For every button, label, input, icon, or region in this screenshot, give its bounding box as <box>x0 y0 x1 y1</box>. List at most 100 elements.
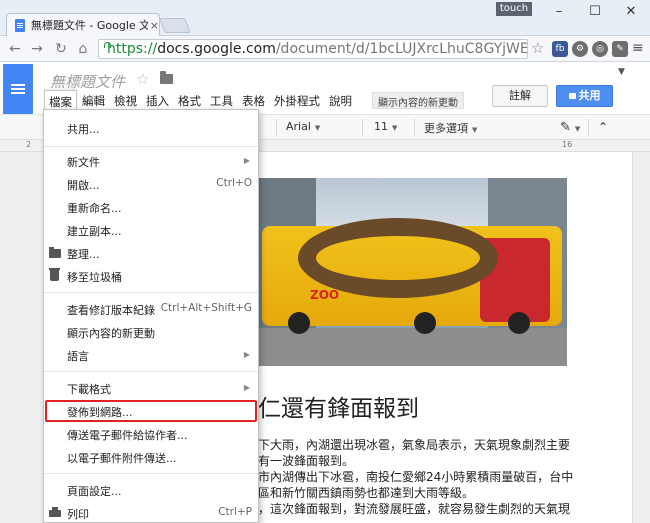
menu-file[interactable]: 檔案 <box>44 90 77 110</box>
address-bar: ← → ↻ ⌂ https://docs.google.com/document… <box>0 36 650 62</box>
tab-title: 無標題文件 - Google 文件 <box>30 19 148 32</box>
menu-tools[interactable]: 工具 <box>206 90 237 110</box>
menu-item-shortcut: Ctrl+P <box>218 506 252 518</box>
url-path: /document/d/1bcLUJXrcLhuC8GYjWE8bqM <box>275 41 528 57</box>
extension-gear-icon[interactable]: ⚙ <box>572 41 588 57</box>
font-family-caret-icon: ▼ <box>314 124 321 132</box>
menu-item-label: 語言 <box>67 350 89 363</box>
menu-format[interactable]: 格式 <box>174 90 205 110</box>
menu-insert[interactable]: 插入 <box>142 90 173 110</box>
share-button-label: 共用 <box>578 89 601 102</box>
star-document-icon[interactable]: ☆ <box>136 70 149 88</box>
share-lock-icon <box>568 93 576 99</box>
document-image-bus[interactable]: ZOO <box>258 178 567 366</box>
folder-icon <box>49 247 61 258</box>
bookmark-star-icon[interactable]: ☆ <box>531 39 544 57</box>
document-title[interactable]: 無標題文件 <box>50 71 125 92</box>
menu-item-page-setup[interactable]: 頁面設定... <box>44 479 258 501</box>
menu-item-label: 查看修訂版本紀錄 <box>67 304 155 317</box>
more-options-caret-icon: ▼ <box>472 126 478 134</box>
submenu-arrow-icon: ▶ <box>243 156 250 165</box>
document-paragraph-line: 下大雨，內湖還出現冰雹，氣象局表示，天氣現象劇烈主要 <box>258 438 571 452</box>
collapse-toolbar-icon[interactable]: ⌃ <box>598 120 608 134</box>
docs-menubar: 檔案 編輯 檢視 插入 格式 工具 表格 外掛程式 說明 <box>44 90 357 110</box>
menu-item-label: 開啟... <box>67 179 100 192</box>
print-icon <box>49 507 61 517</box>
new-tab-button[interactable] <box>159 18 191 33</box>
menu-item-label: 列印 <box>67 508 89 521</box>
menu-item-email-collaborators[interactable]: 傳送電子郵件給協作者... <box>44 423 258 445</box>
menu-item-shortcut: Ctrl+Alt+Shift+G <box>160 302 252 314</box>
back-arrow-icon[interactable]: ← <box>6 40 24 58</box>
menu-item-shortcut: Ctrl+O <box>216 177 252 189</box>
font-family-select[interactable]: Arial ▼ <box>286 120 320 133</box>
menu-help[interactable]: 說明 <box>325 90 356 110</box>
menu-item-make-copy[interactable]: 建立副本... <box>44 219 258 241</box>
document-paragraph-line: 市內湖傳出下冰雹，南投仁愛鄉24小時累積雨量破百，台中 <box>258 470 574 484</box>
menu-item-label: 頁面設定... <box>67 485 122 498</box>
document-paragraph-line: 區和新竹關西鎮雨勢也都達到大雨等級。 <box>258 486 475 500</box>
tab-close-icon[interactable]: × <box>150 19 159 32</box>
font-size-value: 11 <box>374 120 388 133</box>
menu-item-move-to-trash[interactable]: 移至垃圾桶 <box>44 265 258 287</box>
menu-separator <box>44 371 258 372</box>
more-options-button[interactable]: 更多選項 ▼ <box>424 120 477 136</box>
menu-separator <box>44 292 258 293</box>
menu-item-new[interactable]: 新文件 ▶ <box>44 150 258 172</box>
menu-item-email-as-attachment[interactable]: 以電子郵件附件傳送... <box>44 446 258 468</box>
menu-item-organize[interactable]: 整理... <box>44 242 258 264</box>
menu-item-label: 整理... <box>67 248 100 261</box>
menu-item-label: 重新命名... <box>67 202 122 215</box>
menu-item-rename[interactable]: 重新命名... <box>44 196 258 218</box>
menu-edit[interactable]: 編輯 <box>78 90 109 110</box>
toolbar-separator <box>276 119 277 136</box>
font-family-value: Arial <box>286 120 311 133</box>
collapse-header-caret-icon[interactable]: ▼ <box>618 67 625 77</box>
menu-item-download-as[interactable]: 下載格式 ▶ <box>44 377 258 399</box>
chrome-menu-icon[interactable]: ≡ <box>632 41 644 55</box>
menu-item-print[interactable]: 列印 Ctrl+P <box>44 502 258 522</box>
editing-mode-pencil-icon[interactable]: ✎ ▼ <box>560 120 580 135</box>
url-scheme: https:// <box>107 41 158 57</box>
menu-item-see-new-changes[interactable]: 顯示內容的新更動 <box>44 321 258 343</box>
extension-compass-icon[interactable]: ◎ <box>592 41 608 57</box>
menu-item-label: 下載格式 <box>67 383 111 396</box>
forward-arrow-icon[interactable]: → <box>28 40 46 58</box>
browser-tab[interactable]: 無標題文件 - Google 文件 × <box>6 13 160 36</box>
close-window-button[interactable]: ✕ <box>616 0 646 24</box>
ruler-left-number: 2 <box>26 140 32 149</box>
minimize-button[interactable]: – <box>544 0 574 24</box>
font-size-select[interactable]: 11 ▼ <box>374 120 397 133</box>
facebook-extension-icon[interactable]: fb <box>552 41 568 57</box>
extension-edit-icon[interactable]: ✎ <box>612 41 628 57</box>
menu-item-language[interactable]: 語言 ▶ <box>44 344 258 366</box>
menu-separator <box>44 146 258 147</box>
menu-item-share[interactable]: 共用... <box>44 117 258 139</box>
home-icon[interactable]: ⌂ <box>74 40 92 58</box>
trash-icon <box>49 268 60 281</box>
move-folder-icon[interactable] <box>160 71 173 84</box>
maximize-button[interactable]: ☐ <box>580 0 610 24</box>
menu-item-label: 移至垃圾桶 <box>67 271 122 284</box>
docs-header: 無標題文件 ☆ 檔案 編輯 檢視 插入 格式 工具 表格 外掛程式 說明 顯示內… <box>0 62 650 114</box>
menu-item-label: 傳送電子郵件給協作者... <box>67 429 188 442</box>
menu-item-revision-history[interactable]: 查看修訂版本紀錄 Ctrl+Alt+Shift+G <box>44 298 258 320</box>
document-paragraph-line: 有一波鋒面報到。 <box>258 454 355 468</box>
url-input[interactable]: https://docs.google.com/document/d/1bcLU… <box>98 39 528 59</box>
see-new-changes-chip[interactable]: 顯示內容的新更動 <box>372 92 464 109</box>
document-paragraph-line: ，這次鋒面報到，對流發展旺盛，就容易發生劇烈的天氣現 <box>258 502 571 516</box>
menu-view[interactable]: 檢視 <box>110 90 141 110</box>
menu-item-publish-to-web[interactable]: 發佈到網路... <box>44 400 258 422</box>
toolbar-separator <box>362 119 363 136</box>
comments-button[interactable]: 註解 <box>492 85 548 107</box>
menu-table[interactable]: 表格 <box>238 90 269 110</box>
menu-addons[interactable]: 外掛程式 <box>270 90 324 110</box>
docs-home-icon[interactable] <box>3 64 33 114</box>
menu-item-open[interactable]: 開啟... Ctrl+O <box>44 173 258 195</box>
share-button[interactable]: 共用 <box>556 85 613 107</box>
window-titlebar: 無標題文件 - Google 文件 × touch – ☐ ✕ <box>0 0 650 36</box>
reload-icon[interactable]: ↻ <box>52 40 70 58</box>
url-host: docs.google.com <box>157 41 276 57</box>
bus-zoo-text: ZOO <box>310 288 340 302</box>
menu-item-label: 共用... <box>67 123 100 136</box>
